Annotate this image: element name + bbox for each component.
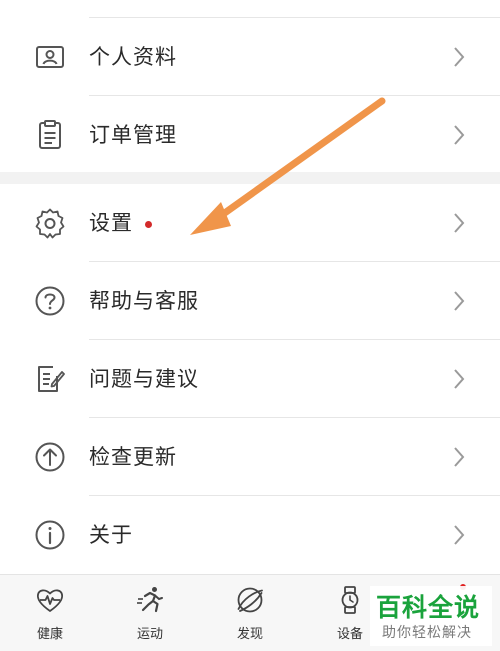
- menu-item-check-update[interactable]: 检查更新: [0, 418, 500, 496]
- chevron-right-icon: [452, 446, 466, 468]
- menu-item-settings[interactable]: 设置: [0, 184, 500, 262]
- menu-item-profile[interactable]: 个人资料: [0, 18, 500, 96]
- heart-pulse-icon: [35, 585, 65, 615]
- menu-item-about[interactable]: 关于: [0, 496, 500, 574]
- watermark: 百科全说 助你轻松解决: [370, 586, 492, 646]
- menu-item-label: 个人资料: [89, 45, 177, 69]
- tab-label: 运动: [136, 627, 163, 642]
- watermark-title: 百科全说: [376, 593, 481, 622]
- tab-label: 发现: [236, 627, 263, 642]
- menu-item-label: 问题与建议: [89, 367, 199, 391]
- profile-card-icon: [33, 40, 67, 74]
- menu-group-general: 设置 帮助与客服 问题与建议 检查更新 关于: [0, 184, 500, 574]
- running-icon: [135, 585, 165, 615]
- chevron-right-icon: [452, 46, 466, 68]
- chevron-right-icon: [452, 290, 466, 312]
- notification-dot: [145, 221, 152, 228]
- tab-exercise[interactable]: 运动: [100, 575, 200, 651]
- tab-health[interactable]: 健康: [0, 575, 100, 651]
- menu-item-label: 订单管理: [89, 123, 177, 147]
- planet-icon: [235, 585, 265, 615]
- feedback-edit-icon: [33, 362, 67, 396]
- chevron-right-icon: [452, 368, 466, 390]
- watermark-subtitle: 助你轻松解决: [382, 625, 472, 641]
- menu-group-account: 个人资料 订单管理: [0, 0, 500, 172]
- chevron-right-icon: [452, 524, 466, 546]
- tab-discover[interactable]: 发现: [200, 575, 300, 651]
- help-circle-icon: [33, 284, 67, 318]
- section-separator: [0, 172, 500, 184]
- menu-item-feedback[interactable]: 问题与建议: [0, 340, 500, 418]
- menu-item-label: 帮助与客服: [89, 289, 199, 313]
- profile-menu-page: 个人资料 订单管理 设置 帮助与客服 问题与建议 检查更新 关于 健康 运动 发…: [0, 0, 500, 651]
- chevron-right-icon: [452, 124, 466, 146]
- watch-icon: [335, 585, 365, 615]
- arrow-up-circle-icon: [33, 440, 67, 474]
- menu-item-label: 检查更新: [89, 445, 177, 469]
- chevron-right-icon: [452, 212, 466, 234]
- menu-item-label: 设置: [89, 211, 133, 235]
- menu-item-help[interactable]: 帮助与客服: [0, 262, 500, 340]
- clipboard-icon: [33, 118, 67, 152]
- tab-label: 健康: [36, 627, 63, 642]
- menu-item-label: 关于: [89, 523, 133, 547]
- info-circle-icon: [33, 518, 67, 552]
- gear-icon: [33, 206, 67, 240]
- menu-item-orders[interactable]: 订单管理: [0, 96, 500, 174]
